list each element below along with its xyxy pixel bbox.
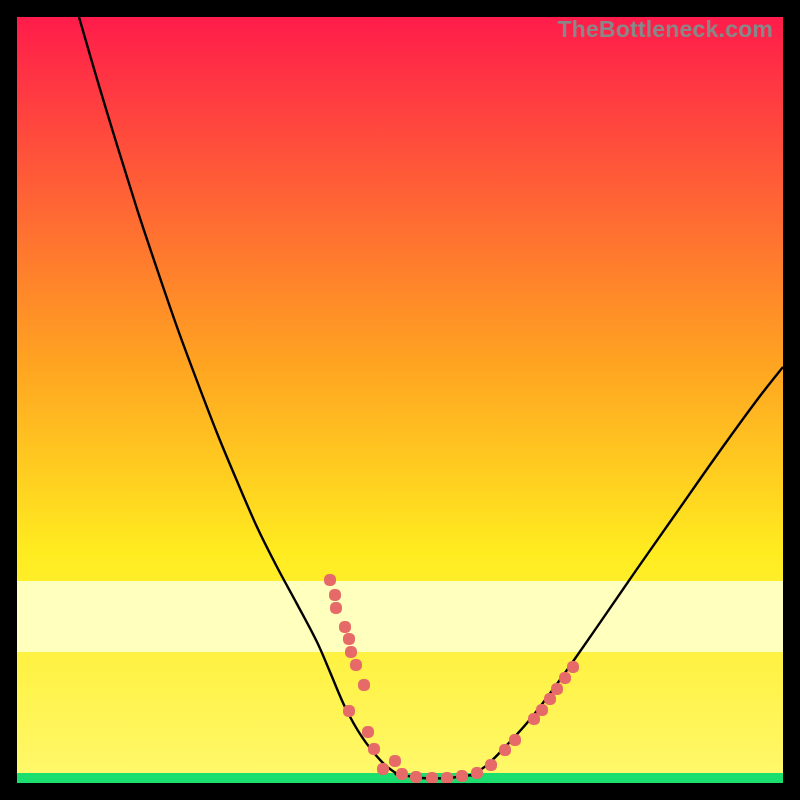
data-point-marker xyxy=(485,759,497,771)
data-point-marker xyxy=(343,705,355,717)
data-point-marker xyxy=(345,646,357,658)
data-point-marker xyxy=(329,589,341,601)
data-point-marker xyxy=(350,659,362,671)
bottleneck-curve-chart xyxy=(17,17,783,783)
data-point-marker xyxy=(324,574,336,586)
pale-band xyxy=(17,581,783,652)
data-point-marker xyxy=(368,743,380,755)
data-point-marker xyxy=(559,672,571,684)
data-point-marker xyxy=(389,755,401,767)
chart-frame: TheBottleneck.com xyxy=(17,17,783,783)
data-point-marker xyxy=(551,683,563,695)
data-point-marker xyxy=(509,734,521,746)
data-point-marker xyxy=(362,726,374,738)
gradient-background xyxy=(17,17,783,783)
data-point-marker xyxy=(358,679,370,691)
data-point-marker xyxy=(377,763,389,775)
data-point-marker xyxy=(471,767,483,779)
data-point-marker xyxy=(343,633,355,645)
data-point-marker xyxy=(544,693,556,705)
attribution-text: TheBottleneck.com xyxy=(557,16,773,43)
data-point-marker xyxy=(410,771,422,783)
data-point-marker xyxy=(396,768,408,780)
data-point-marker xyxy=(567,661,579,673)
data-point-marker xyxy=(536,704,548,716)
data-point-marker xyxy=(456,770,468,782)
data-point-marker xyxy=(330,602,342,614)
data-point-marker xyxy=(339,621,351,633)
data-point-marker xyxy=(499,744,511,756)
data-point-marker xyxy=(441,772,453,783)
data-point-marker xyxy=(426,772,438,783)
